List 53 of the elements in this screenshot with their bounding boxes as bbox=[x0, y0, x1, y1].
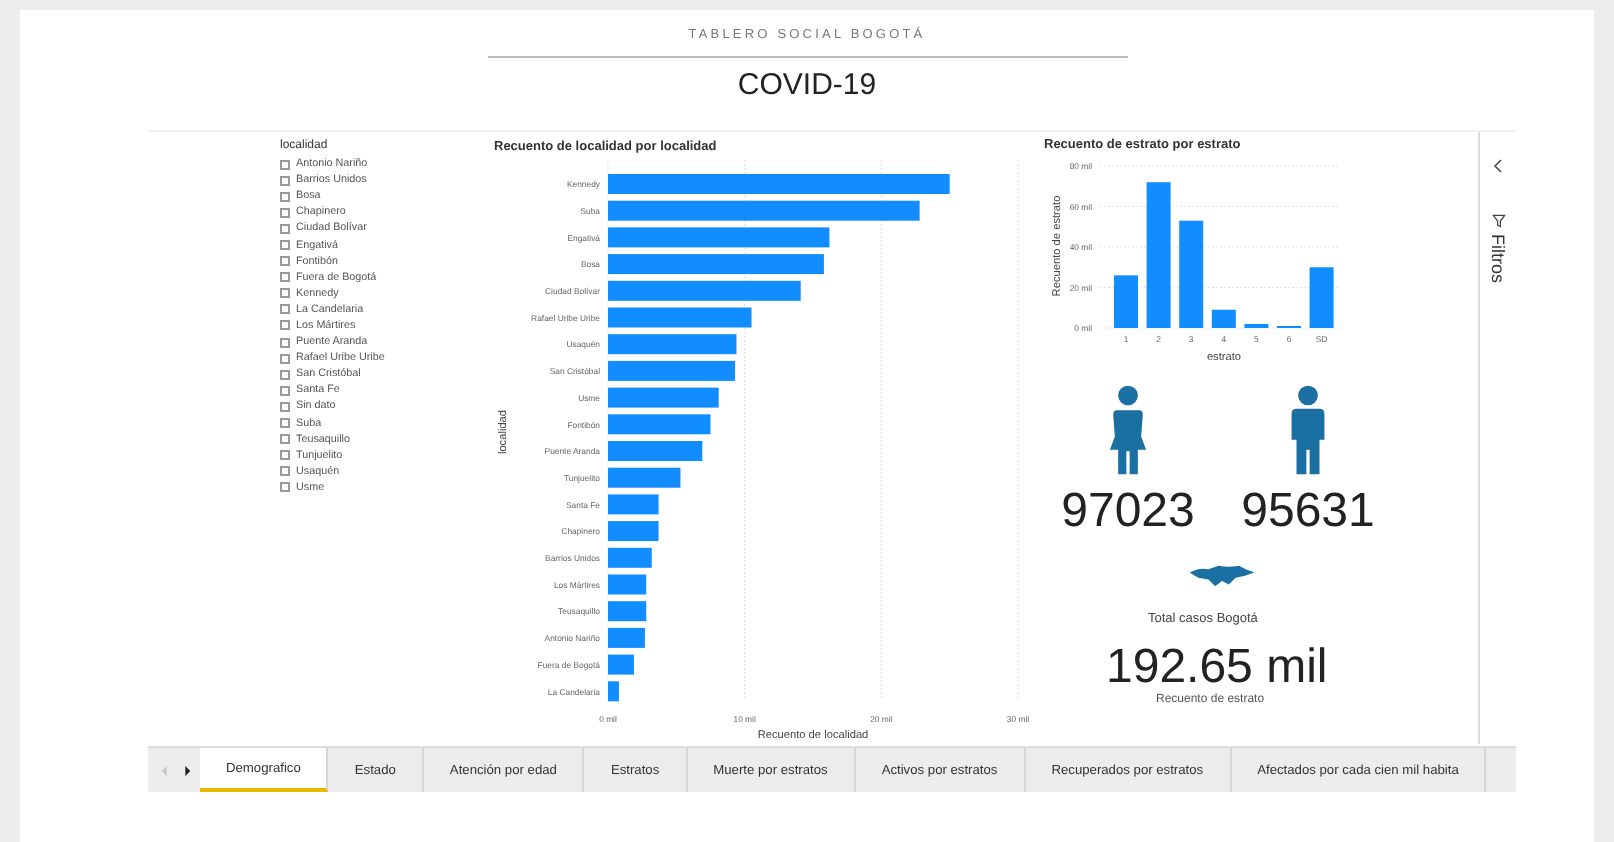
bar bbox=[608, 414, 711, 435]
checkbox[interactable] bbox=[280, 159, 290, 170]
checkbox[interactable] bbox=[280, 385, 290, 396]
bar bbox=[608, 467, 681, 488]
collapse-chevron-icon[interactable] bbox=[1492, 158, 1504, 174]
bar bbox=[1211, 309, 1236, 328]
bar bbox=[608, 627, 645, 648]
bar bbox=[608, 574, 647, 595]
checkbox[interactable] bbox=[280, 320, 290, 331]
man-icon bbox=[1288, 384, 1328, 476]
checkbox[interactable] bbox=[280, 369, 290, 380]
checkbox[interactable] bbox=[280, 304, 290, 315]
bar bbox=[608, 654, 634, 675]
scroll-right-icon[interactable] bbox=[182, 763, 192, 777]
checkbox[interactable] bbox=[280, 175, 290, 186]
checkbox[interactable] bbox=[280, 418, 290, 429]
checkbox[interactable] bbox=[280, 240, 290, 251]
bar bbox=[608, 334, 737, 355]
bar bbox=[1309, 267, 1334, 328]
bar bbox=[1114, 275, 1138, 328]
dashboard-title: COVID-19 bbox=[737, 68, 877, 102]
card-value: 192.65 mil bbox=[1106, 642, 1328, 694]
checkbox[interactable] bbox=[280, 434, 290, 445]
bar bbox=[608, 681, 619, 702]
scroll-left-icon[interactable] bbox=[160, 763, 170, 777]
bar bbox=[1244, 323, 1269, 328]
bar bbox=[608, 360, 736, 381]
checkbox[interactable] bbox=[280, 466, 290, 477]
checkbox[interactable] bbox=[280, 482, 290, 493]
bar bbox=[608, 307, 752, 328]
bar bbox=[608, 494, 659, 515]
checkbox[interactable] bbox=[280, 272, 290, 283]
checkbox[interactable] bbox=[280, 450, 290, 461]
filters-label[interactable]: Filtros bbox=[1488, 234, 1508, 283]
filter-icon bbox=[1491, 214, 1505, 228]
bar bbox=[608, 547, 652, 568]
checkbox[interactable] bbox=[280, 223, 290, 234]
checkbox[interactable] bbox=[280, 207, 290, 218]
checkbox[interactable] bbox=[280, 256, 290, 267]
bar bbox=[608, 387, 719, 408]
bar bbox=[1179, 220, 1204, 328]
count-value: 95631 bbox=[1241, 486, 1375, 538]
count-value: 97023 bbox=[1061, 486, 1195, 538]
checkbox[interactable] bbox=[280, 401, 290, 412]
bar bbox=[608, 601, 647, 622]
bar bbox=[608, 441, 703, 461]
map-icon bbox=[1188, 564, 1256, 588]
checkbox[interactable] bbox=[280, 191, 290, 202]
checkbox[interactable] bbox=[280, 288, 290, 299]
bar bbox=[608, 521, 659, 542]
checkbox[interactable] bbox=[280, 353, 290, 364]
woman-icon bbox=[1108, 384, 1148, 476]
checkbox[interactable] bbox=[280, 337, 290, 348]
